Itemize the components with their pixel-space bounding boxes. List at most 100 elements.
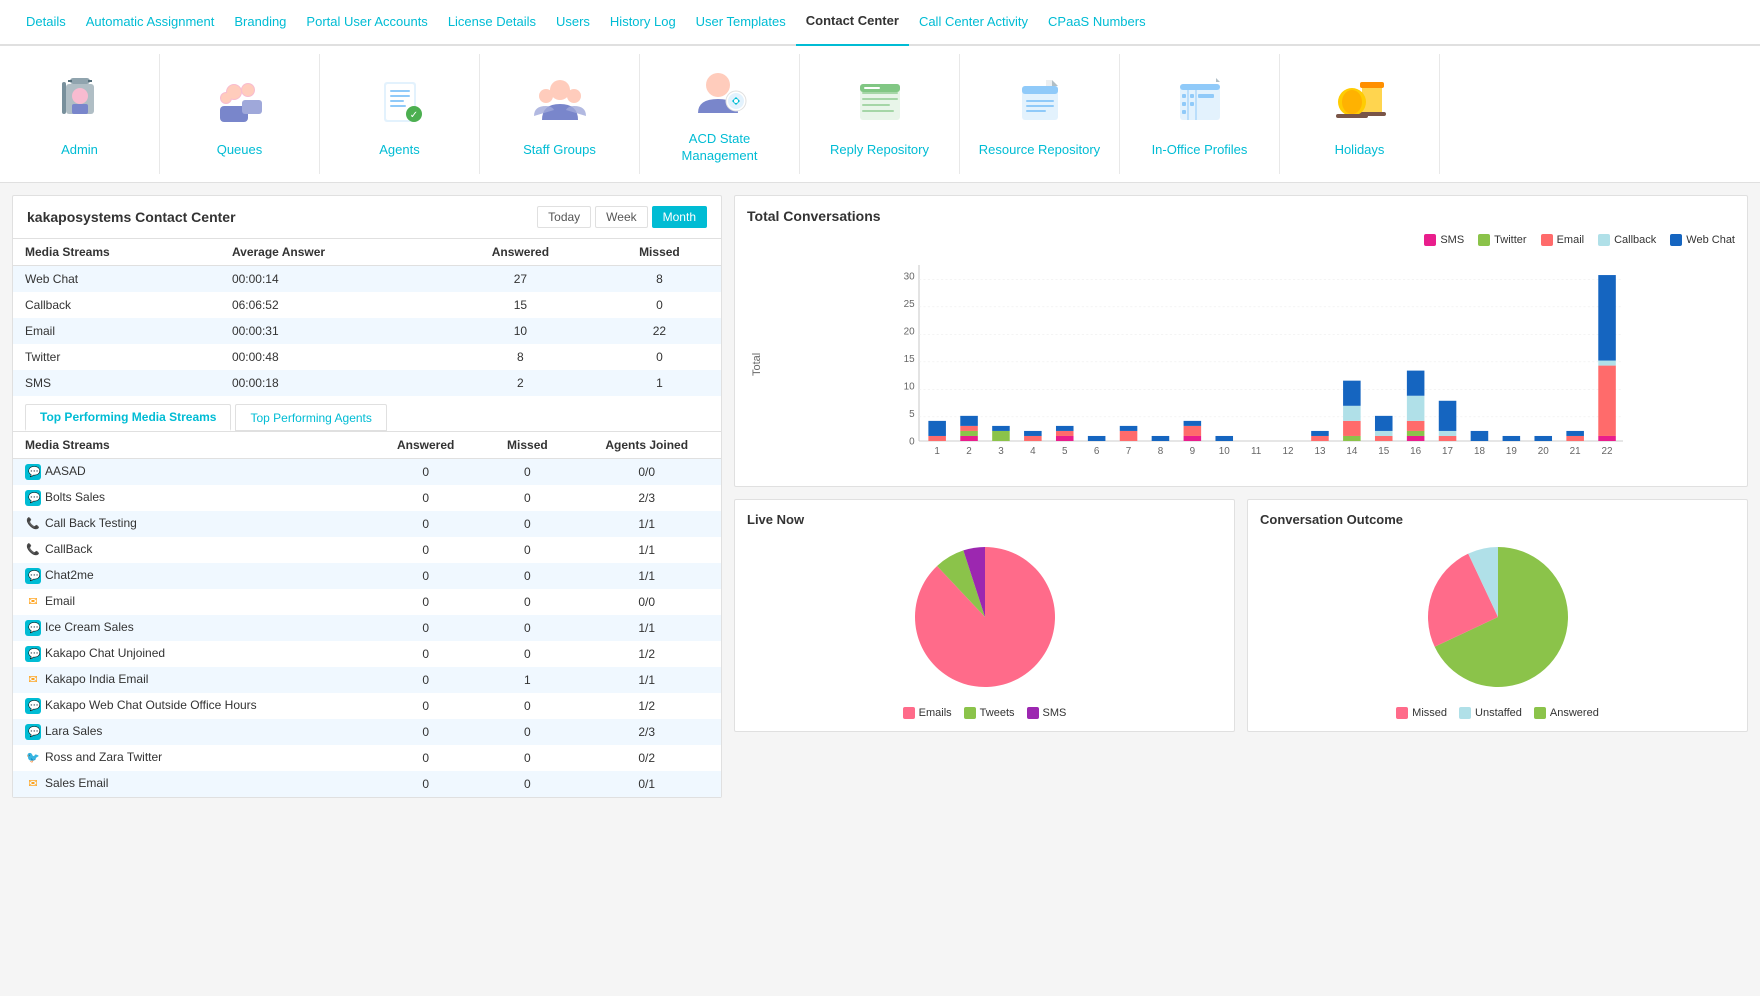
stream-list-missed: 0 [482, 485, 572, 511]
icon-grid: Admin Queues [0, 46, 1760, 183]
stream-list-agents: 2/3 [572, 485, 721, 511]
x-label-day10: 10 [1219, 446, 1231, 457]
outcome-pie-area: Missed Unstaffed Answered [1260, 537, 1735, 719]
nav-call-center[interactable]: Call Center Activity [909, 0, 1038, 45]
icon-admin[interactable]: Admin [0, 54, 160, 174]
holidays-label: Holidays [1335, 142, 1385, 159]
nav-portal-users[interactable]: Portal User Accounts [296, 0, 437, 45]
live-now-pie [905, 537, 1065, 697]
phone-icon: 📞 [25, 542, 41, 558]
chat-icon: 💬 [25, 698, 41, 714]
col-stream-name: Media Streams [13, 432, 369, 459]
icon-reply-repo[interactable]: Reply Repository [800, 54, 960, 174]
x-label-day12: 12 [1283, 446, 1294, 457]
reply-repo-icon [848, 70, 912, 134]
legend-callback-dot [1598, 234, 1610, 246]
filter-month[interactable]: Month [652, 206, 707, 228]
x-label-day13: 13 [1314, 446, 1326, 457]
chat-icon: 💬 [25, 568, 41, 584]
stream-list-agents: 1/2 [572, 693, 721, 719]
stream-list-missed: 0 [482, 693, 572, 719]
x-label-day4: 4 [1030, 446, 1036, 457]
stream-list-agents: 1/2 [572, 641, 721, 667]
tab-top-streams[interactable]: Top Performing Media Streams [25, 404, 231, 431]
icon-agents[interactable]: ✓ Agents [320, 54, 480, 174]
sms-dot [1027, 707, 1039, 719]
x-label-day20: 20 [1538, 446, 1550, 457]
tweets-label: Tweets [980, 707, 1015, 719]
stream-list-agents: 1/1 [572, 563, 721, 589]
stream-name: Callback [13, 292, 220, 318]
answered: 2 [443, 370, 598, 396]
stream-list-answered: 0 [369, 511, 482, 537]
stream-list-row: 🐦Ross and Zara Twitter 0 0 0/2 [13, 745, 721, 771]
icon-queues[interactable]: Queues [160, 54, 320, 174]
x-label-day6: 6 [1094, 446, 1100, 457]
stream-list-row: ✉Email 0 0 0/0 [13, 589, 721, 615]
stream-list-missed: 0 [482, 719, 572, 745]
nav-auto-assign[interactable]: Automatic Assignment [76, 0, 225, 45]
in-office-icon [1168, 70, 1232, 134]
bar-email-day5 [1056, 431, 1074, 436]
stream-list-name: 💬Bolts Sales [13, 485, 369, 511]
nav-contact-center[interactable]: Contact Center [796, 0, 909, 46]
bar-webchat-day15 [1375, 416, 1393, 431]
media-streams-table: Media Streams Average Answer Answered Mi… [13, 239, 721, 396]
stream-list-answered: 0 [369, 719, 482, 745]
reply-repo-label: Reply Repository [830, 142, 929, 159]
legend-webchat-dot [1670, 234, 1682, 246]
nav-license[interactable]: License Details [438, 0, 546, 45]
y-axis-label: Total [747, 254, 763, 474]
bar-email-day21 [1566, 436, 1584, 441]
nav-branding[interactable]: Branding [224, 0, 296, 45]
x-label-day9: 9 [1190, 446, 1196, 457]
tab-top-agents[interactable]: Top Performing Agents [235, 404, 386, 431]
bar-webchat-day5 [1056, 426, 1074, 431]
chart-legend: SMS Twitter Email Callback Web Chat [747, 234, 1735, 246]
stream-list-agents: 2/3 [572, 719, 721, 745]
nav-users[interactable]: Users [546, 0, 600, 45]
nav-details[interactable]: Details [16, 0, 76, 45]
resource-repo-icon [1008, 70, 1072, 134]
x-label-day8: 8 [1158, 446, 1164, 457]
time-filters: Today Week Month [537, 206, 707, 228]
filter-today[interactable]: Today [537, 206, 591, 228]
stream-list-answered: 0 [369, 745, 482, 771]
col-stream-agents: Agents Joined [572, 432, 721, 459]
nav-cpaas[interactable]: CPaaS Numbers [1038, 0, 1156, 45]
col-answered: Answered [443, 239, 598, 266]
bar-webchat-day22 [1598, 275, 1616, 360]
x-label-day11: 11 [1251, 446, 1262, 457]
left-panel: kakaposystems Contact Center Today Week … [12, 195, 722, 798]
filter-week[interactable]: Week [595, 206, 647, 228]
icon-resource-repo[interactable]: Resource Repository [960, 54, 1120, 174]
nav-templates[interactable]: User Templates [686, 0, 796, 45]
nav-history[interactable]: History Log [600, 0, 686, 45]
icon-acd-state[interactable]: ACD State Management [640, 54, 800, 174]
icon-holidays[interactable]: Holidays [1280, 54, 1440, 174]
stream-list-row: 💬Bolts Sales 0 0 2/3 [13, 485, 721, 511]
stream-name: SMS [13, 370, 220, 396]
stream-list-missed: 0 [482, 589, 572, 615]
bar-twitter-day3 [992, 431, 1010, 441]
live-now-panel: Live Now Emails Tweets [734, 499, 1235, 732]
bar-webchat-day4 [1024, 431, 1042, 436]
bar-sms-day9 [1184, 436, 1202, 441]
media-stream-row: SMS 00:00:18 2 1 [13, 370, 721, 396]
x-label-day2: 2 [966, 446, 972, 457]
stream-list-name: 💬Kakapo Chat Unjoined [13, 641, 369, 667]
chat-icon: 💬 [25, 490, 41, 506]
bar-webchat-day17 [1439, 401, 1457, 431]
bar-email-day13 [1311, 436, 1329, 441]
bar-email-day17 [1439, 436, 1457, 441]
bar-webchat-day7 [1120, 426, 1138, 431]
bar-callback-day22 [1598, 361, 1616, 366]
email-icon: ✉ [25, 776, 41, 792]
legend-callback-label: Callback [1614, 234, 1656, 246]
svg-text:15: 15 [904, 354, 916, 365]
svg-text:20: 20 [904, 326, 916, 337]
bar-email-day15 [1375, 436, 1393, 441]
icon-in-office[interactable]: In-Office Profiles [1120, 54, 1280, 174]
icon-staff-groups[interactable]: Staff Groups [480, 54, 640, 174]
bar-twitter-day2 [960, 431, 978, 436]
